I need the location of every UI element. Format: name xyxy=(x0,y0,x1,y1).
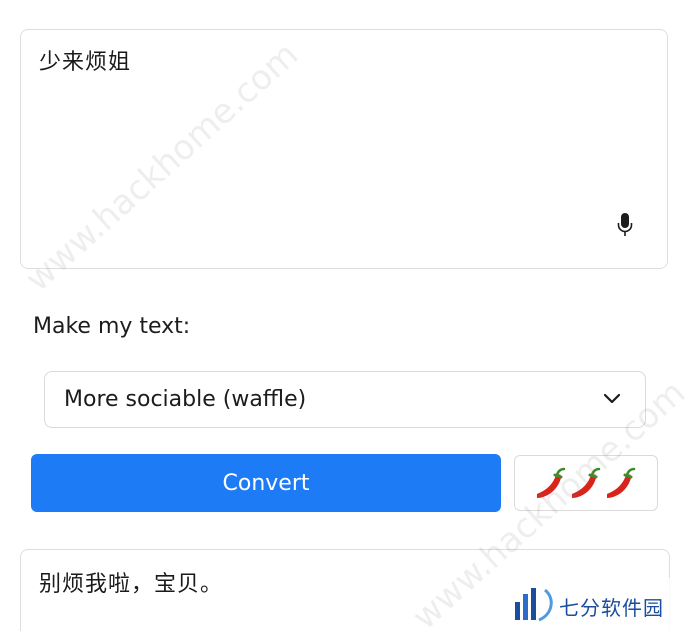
convert-button[interactable]: Convert xyxy=(31,454,501,512)
chevron-down-icon xyxy=(603,393,621,404)
input-text: 少来烦姐 xyxy=(39,50,132,75)
site-logo: 七分软件园 xyxy=(505,578,690,631)
chili-pepper-icons xyxy=(537,467,636,498)
chili-pepper-icon xyxy=(537,467,566,498)
chili-pepper-icon xyxy=(607,467,636,498)
chili-pepper-icon xyxy=(572,467,601,498)
logo-mark-icon xyxy=(515,588,553,622)
output-text: 别烦我啦，宝贝。 xyxy=(39,572,224,597)
spice-level-button[interactable] xyxy=(514,455,658,511)
app-page: 少来烦姐 Make my text: More sociable (waffle… xyxy=(0,0,690,631)
logo-text: 七分软件园 xyxy=(559,596,664,620)
style-select-value: More sociable (waffle) xyxy=(64,387,307,412)
input-text-area[interactable]: 少来烦姐 xyxy=(20,29,668,269)
style-select[interactable]: More sociable (waffle) xyxy=(44,371,646,428)
options-label: Make my text: xyxy=(33,314,191,339)
microphone-icon[interactable] xyxy=(617,212,633,238)
